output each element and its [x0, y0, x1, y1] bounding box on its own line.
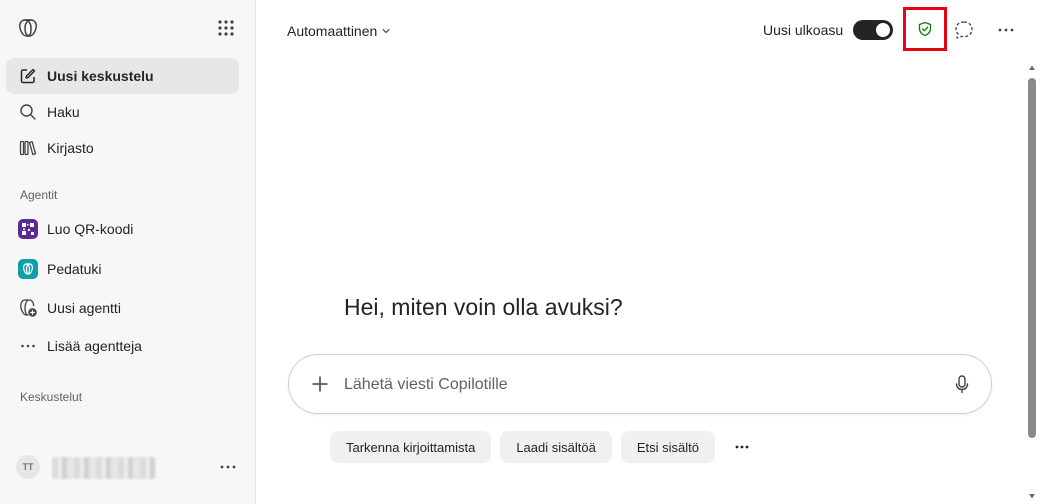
qr-agent-badge	[18, 219, 38, 239]
user-name-redacted	[52, 457, 156, 479]
sidebar-item-label: Pedatuki	[47, 261, 102, 277]
more-options-icon[interactable]	[218, 457, 238, 477]
sidebar-item-new-agent[interactable]: Uusi agentti	[6, 290, 239, 326]
sidebar-item-new-chat[interactable]: Uusi keskustelu	[6, 58, 239, 94]
new-layout-toggle[interactable]	[853, 20, 893, 40]
add-attachment-icon[interactable]	[309, 373, 331, 395]
scrollbar-thumb[interactable]	[1028, 78, 1036, 438]
app-launcher-icon[interactable]	[216, 18, 236, 38]
copilot-logo-icon[interactable]	[17, 17, 39, 39]
enterprise-protection-button[interactable]	[903, 7, 947, 51]
shield-check-icon	[918, 21, 932, 37]
more-horizontal-icon	[18, 336, 38, 356]
copilot-app: Uusi keskustelu Haku Kirjasto Agentit Lu…	[0, 0, 1039, 504]
message-input[interactable]	[344, 374, 924, 396]
model-dropdown[interactable]: Automaattinen	[287, 21, 391, 41]
qr-code-icon	[18, 219, 38, 239]
new-agent-icon	[18, 298, 38, 318]
sidebar-item-qr-agent[interactable]: Luo QR-koodi	[6, 211, 239, 247]
more-horizontal-icon	[735, 445, 749, 449]
scroll-up-arrow-icon[interactable]	[1028, 64, 1036, 72]
chevron-down-icon	[382, 28, 390, 34]
search-icon	[18, 102, 38, 122]
microphone-icon[interactable]	[951, 373, 973, 395]
main-panel: Automaattinen Uusi ulkoasu Hei, miten vo…	[256, 0, 1039, 504]
sidebar-item-label: Uusi agentti	[47, 300, 121, 316]
sidebar-item-label: Kirjasto	[47, 140, 94, 156]
model-dropdown-label: Automaattinen	[287, 23, 378, 39]
new-chat-bubble-icon[interactable]	[953, 19, 975, 41]
toggle-knob	[876, 23, 890, 37]
suggestion-chip[interactable]: Tarkenna kirjoittamista	[330, 431, 492, 463]
copilot-agent-icon	[18, 259, 38, 279]
sidebar-item-label: Haku	[47, 104, 80, 120]
new-layout-label: Uusi ulkoasu	[763, 22, 844, 38]
message-composer	[288, 354, 992, 414]
avatar[interactable]: TT	[16, 455, 40, 479]
sidebar-item-label: Luo QR-koodi	[47, 221, 134, 237]
sidebar-item-pedatuki-agent[interactable]: Pedatuki	[6, 251, 239, 287]
more-suggestions-button[interactable]	[724, 431, 760, 463]
library-icon	[18, 138, 38, 158]
sidebar-item-label: Lisää agentteja	[47, 338, 142, 354]
sidebar-item-more-agents[interactable]: Lisää agentteja	[6, 328, 239, 364]
more-options-icon[interactable]	[996, 20, 1016, 40]
new-chat-icon	[18, 66, 38, 86]
pedatuki-agent-badge	[18, 259, 38, 279]
chats-heading: Keskustelut	[20, 390, 83, 404]
sidebar-header	[0, 0, 256, 56]
agents-heading: Agentit	[20, 188, 58, 202]
sidebar-item-search[interactable]: Haku	[6, 94, 239, 130]
scrollbar[interactable]	[1026, 60, 1038, 504]
sidebar-item-library[interactable]: Kirjasto	[6, 130, 239, 166]
sidebar-footer: TT	[0, 448, 256, 504]
sidebar: Uusi keskustelu Haku Kirjasto Agentit Lu…	[0, 0, 256, 504]
scroll-down-arrow-icon[interactable]	[1028, 492, 1036, 500]
suggestion-chip[interactable]: Laadi sisältöä	[500, 431, 612, 463]
greeting-heading: Hei, miten voin olla avuksi?	[344, 294, 623, 320]
sidebar-item-label: Uusi keskustelu	[47, 68, 154, 84]
suggestion-chip[interactable]: Etsi sisältö	[620, 431, 715, 463]
suggestion-chips: Tarkenna kirjoittamista Laadi sisältöä E…	[330, 431, 760, 463]
